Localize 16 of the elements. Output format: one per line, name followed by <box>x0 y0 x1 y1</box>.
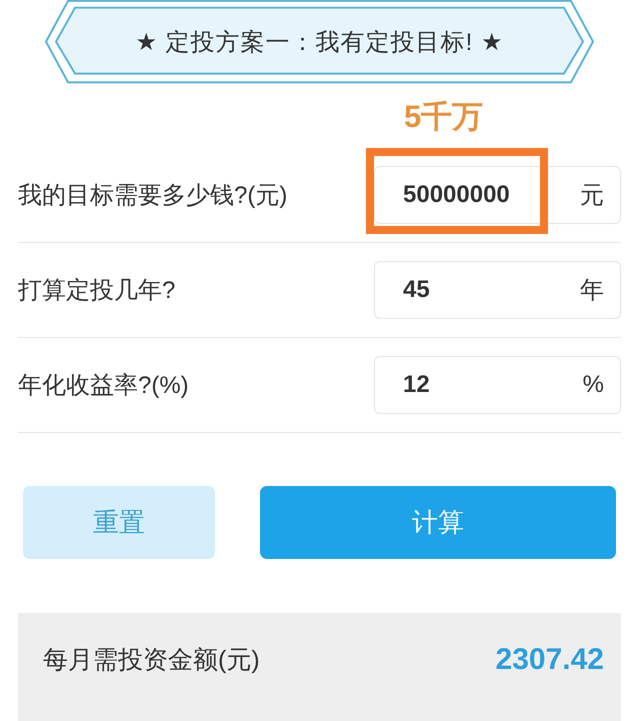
unit-label: % <box>582 371 604 400</box>
result-value: 2307.42 <box>496 642 604 678</box>
annotation-label: 5千万 <box>404 98 484 136</box>
field-value: 50000000 <box>403 181 510 210</box>
field-label: 我的目标需要多少钱?(元) <box>18 181 288 212</box>
input-field[interactable]: 50000000 元 <box>374 166 621 224</box>
field-value: 12 <box>403 371 430 400</box>
field-value: 45 <box>403 276 430 304</box>
banner-title: ★ 定投方案一：我有定投目标! ★ <box>135 28 504 58</box>
result-label: 每月需投资金额(元) <box>43 645 260 676</box>
unit-label: 元 <box>580 181 604 212</box>
field-label: 打算定投几年? <box>18 276 176 306</box>
unit-label: 年 <box>580 276 604 306</box>
input-field[interactable]: 12 % <box>374 356 621 414</box>
field-label: 年化收益率?(%) <box>18 371 189 402</box>
input-field[interactable]: 45 年 <box>374 261 621 320</box>
